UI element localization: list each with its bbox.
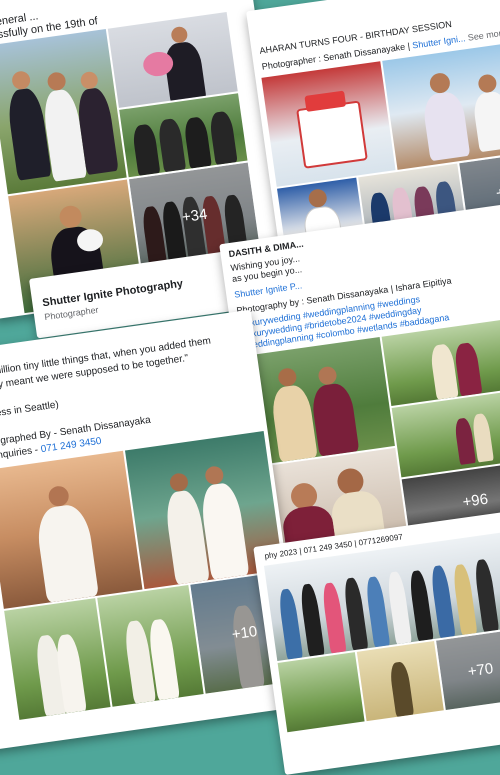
inquiries-label: r Inquiries - (0, 444, 39, 463)
photo-event-performer[interactable] (356, 640, 444, 722)
page-link[interactable]: Shutter Igni... (412, 33, 466, 50)
photo-grad-flowers[interactable] (107, 12, 238, 108)
photo-couple-lawn[interactable] (381, 317, 500, 407)
page-name[interactable]: Shutter Ignite Photography (42, 278, 184, 310)
photo-bride-saree[interactable] (0, 450, 143, 609)
more-photos-overlay[interactable]: +70 (436, 629, 500, 711)
photo-event-more[interactable]: +70 (436, 629, 500, 711)
photo-family[interactable] (382, 40, 500, 170)
event-post-card: phy 2023 | 071 249 3450 | 0771269097 +70 (253, 511, 500, 775)
post-quote: epless in Seattle) (0, 399, 60, 421)
photo-grads-selfie[interactable] (0, 28, 127, 195)
photo-cake[interactable] (261, 61, 396, 187)
photo-couple-hug[interactable] (4, 598, 111, 720)
photo-couple-garden-walk[interactable] (97, 585, 204, 707)
photo-event-outdoor[interactable] (277, 652, 365, 733)
see-more-link[interactable]: See more (467, 27, 500, 42)
